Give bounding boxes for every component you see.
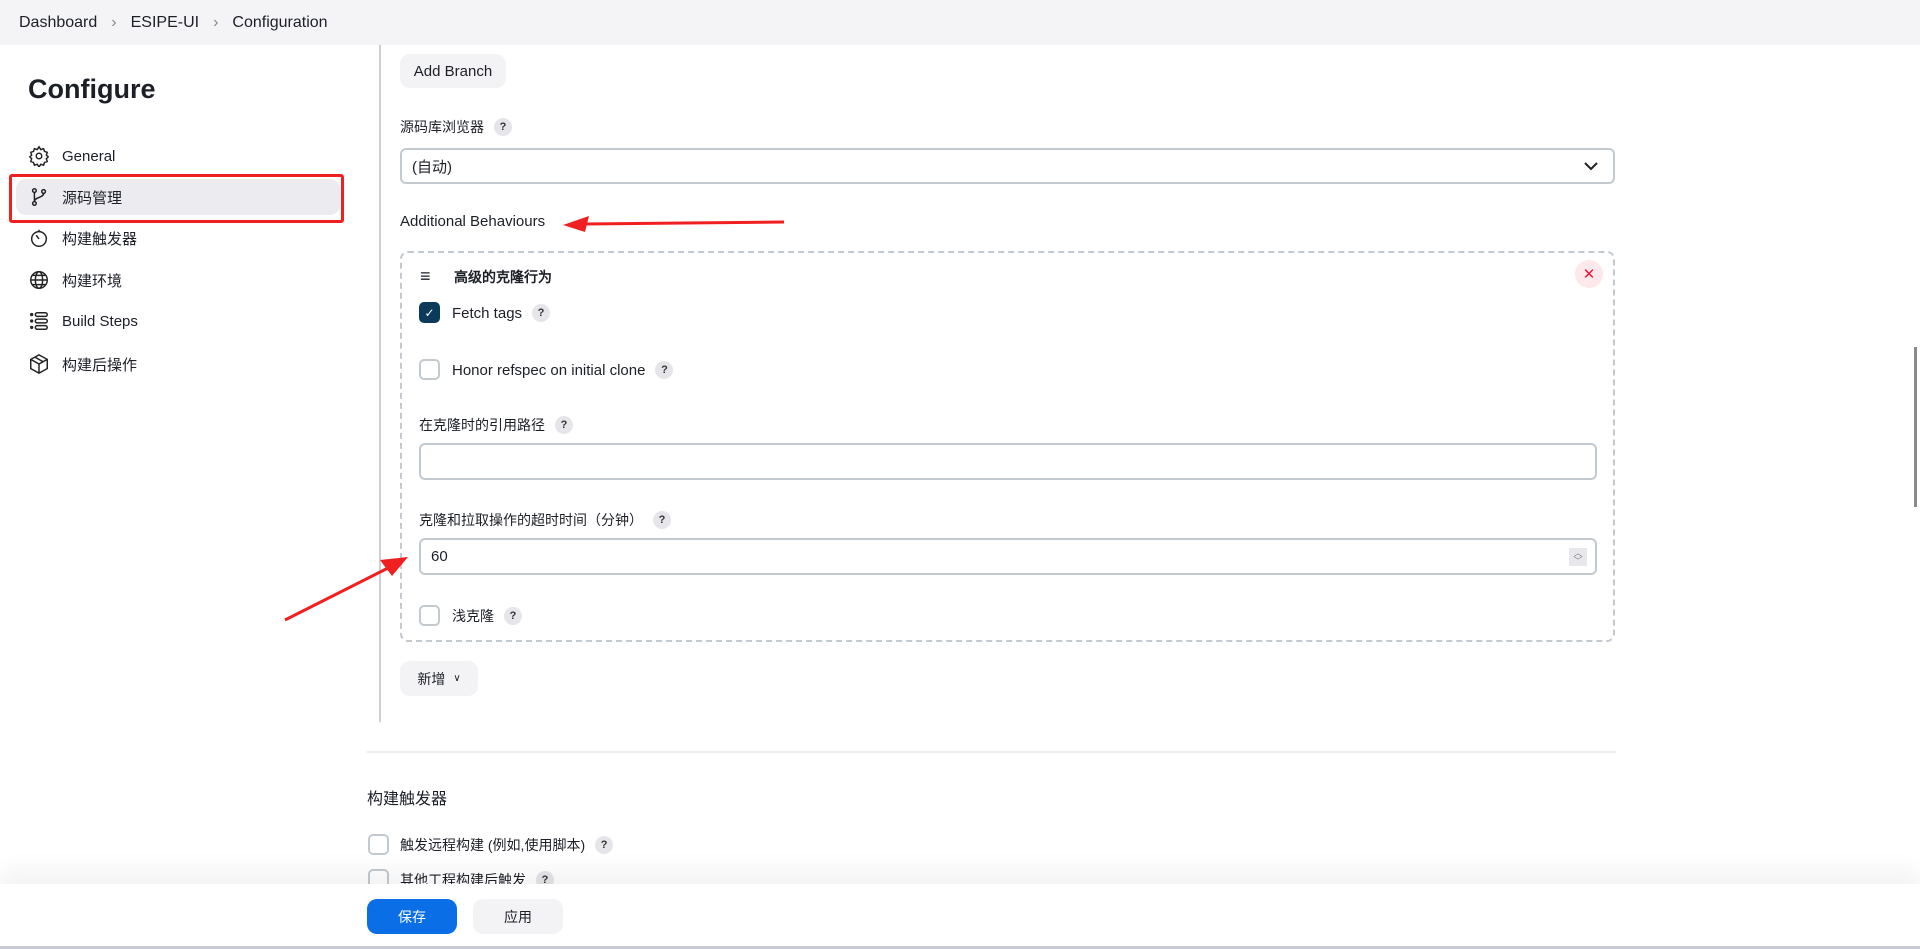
help-icon[interactable]: ?	[595, 836, 614, 854]
breadcrumb-dashboard[interactable]: Dashboard	[19, 14, 97, 32]
sidebar-item-label: 构建触发器	[62, 230, 138, 248]
help-icon[interactable]: ?	[655, 361, 674, 379]
chevron-down-icon: ∨	[453, 673, 461, 684]
drag-handle-icon[interactable]: ≡	[420, 266, 431, 287]
section-divider	[367, 751, 1616, 753]
gear-icon	[28, 145, 50, 167]
check-icon: ✓	[424, 305, 435, 320]
fetch-tags-checkbox[interactable]: ✓	[419, 302, 440, 323]
add-label: 新增	[417, 670, 446, 687]
breadcrumb-project[interactable]: ESIPE-UI	[131, 14, 199, 32]
select-value: (自动)	[412, 158, 452, 176]
honor-refspec-checkbox[interactable]	[419, 359, 440, 380]
list-icon	[30, 312, 48, 330]
sidebar-item-label: 构建后操作	[62, 356, 138, 374]
timeout-value: 60	[431, 548, 448, 565]
breadcrumb-configuration[interactable]: Configuration	[232, 14, 327, 32]
sidebar-item-general[interactable]: General	[16, 138, 340, 174]
sidebar-item-post-build[interactable]: 构建后操作	[16, 346, 340, 382]
help-icon[interactable]: ?	[555, 416, 573, 434]
annotation-arrow	[284, 557, 408, 622]
chevron-down-icon	[1584, 162, 1598, 171]
shallow-clone-label: 浅克隆	[452, 608, 494, 624]
apply-button[interactable]: 应用	[473, 899, 563, 934]
add-behaviour-button[interactable]: 新增 ∨	[400, 661, 478, 696]
reference-path-label: 在克隆时的引用路径	[419, 417, 545, 433]
additional-behaviours-heading: Additional Behaviours	[400, 213, 546, 230]
sidebar-item-triggers[interactable]: 构建触发器	[16, 220, 340, 256]
sidebar-item-label: General	[62, 147, 116, 165]
trigger-remote-checkbox[interactable]	[368, 834, 389, 855]
save-button[interactable]: 保存	[367, 899, 457, 934]
browser-label: 源码库浏览器	[400, 119, 484, 135]
package-icon	[30, 353, 48, 375]
honor-refspec-label: Honor refspec on initial clone	[452, 361, 646, 379]
shallow-clone-checkbox[interactable]	[419, 605, 440, 626]
help-icon[interactable]: ?	[653, 511, 671, 529]
help-icon[interactable]: ?	[532, 304, 551, 322]
help-icon[interactable]: ?	[494, 118, 512, 136]
number-stepper[interactable]: ︿ ﹀	[1569, 547, 1587, 566]
fetch-tags-label: Fetch tags	[452, 304, 523, 322]
sidebar-item-environment[interactable]: 构建环境	[16, 262, 340, 298]
trigger-remote-label: 触发远程构建 (例如,使用脚本)	[400, 837, 586, 853]
timeout-label: 克隆和拉取操作的超时时间（分钟）	[419, 512, 643, 528]
sidebar-item-build-steps[interactable]: Build Steps	[16, 303, 340, 339]
scrollbar[interactable]	[1914, 347, 1917, 507]
sidebar-item-label: 构建环境	[62, 272, 123, 290]
help-icon[interactable]: ?	[504, 607, 522, 625]
page-title: Configure	[28, 74, 156, 104]
chevron-right-icon: ›	[111, 13, 117, 31]
annotation-arrow	[563, 216, 785, 232]
sidebar-item-label: Build Steps	[62, 312, 138, 330]
annotation-highlight-box	[9, 174, 344, 223]
timer-icon	[30, 229, 48, 247]
reference-path-input[interactable]	[419, 443, 1597, 480]
add-branch-button[interactable]: Add Branch	[400, 54, 506, 88]
breadcrumb: Dashboard › ESIPE-UI › Configuration	[0, 0, 1920, 45]
behaviour-title: 高级的克隆行为	[454, 269, 552, 285]
chevron-right-icon: ›	[213, 13, 219, 31]
close-icon[interactable]: ✕	[1575, 260, 1603, 288]
repository-browser-select[interactable]: (自动)	[400, 148, 1615, 184]
triggers-heading: 构建触发器	[367, 791, 448, 808]
timeout-input[interactable]: 60 ︿ ﹀	[419, 538, 1597, 575]
footer-bar	[0, 884, 1920, 947]
globe-icon	[30, 271, 48, 289]
